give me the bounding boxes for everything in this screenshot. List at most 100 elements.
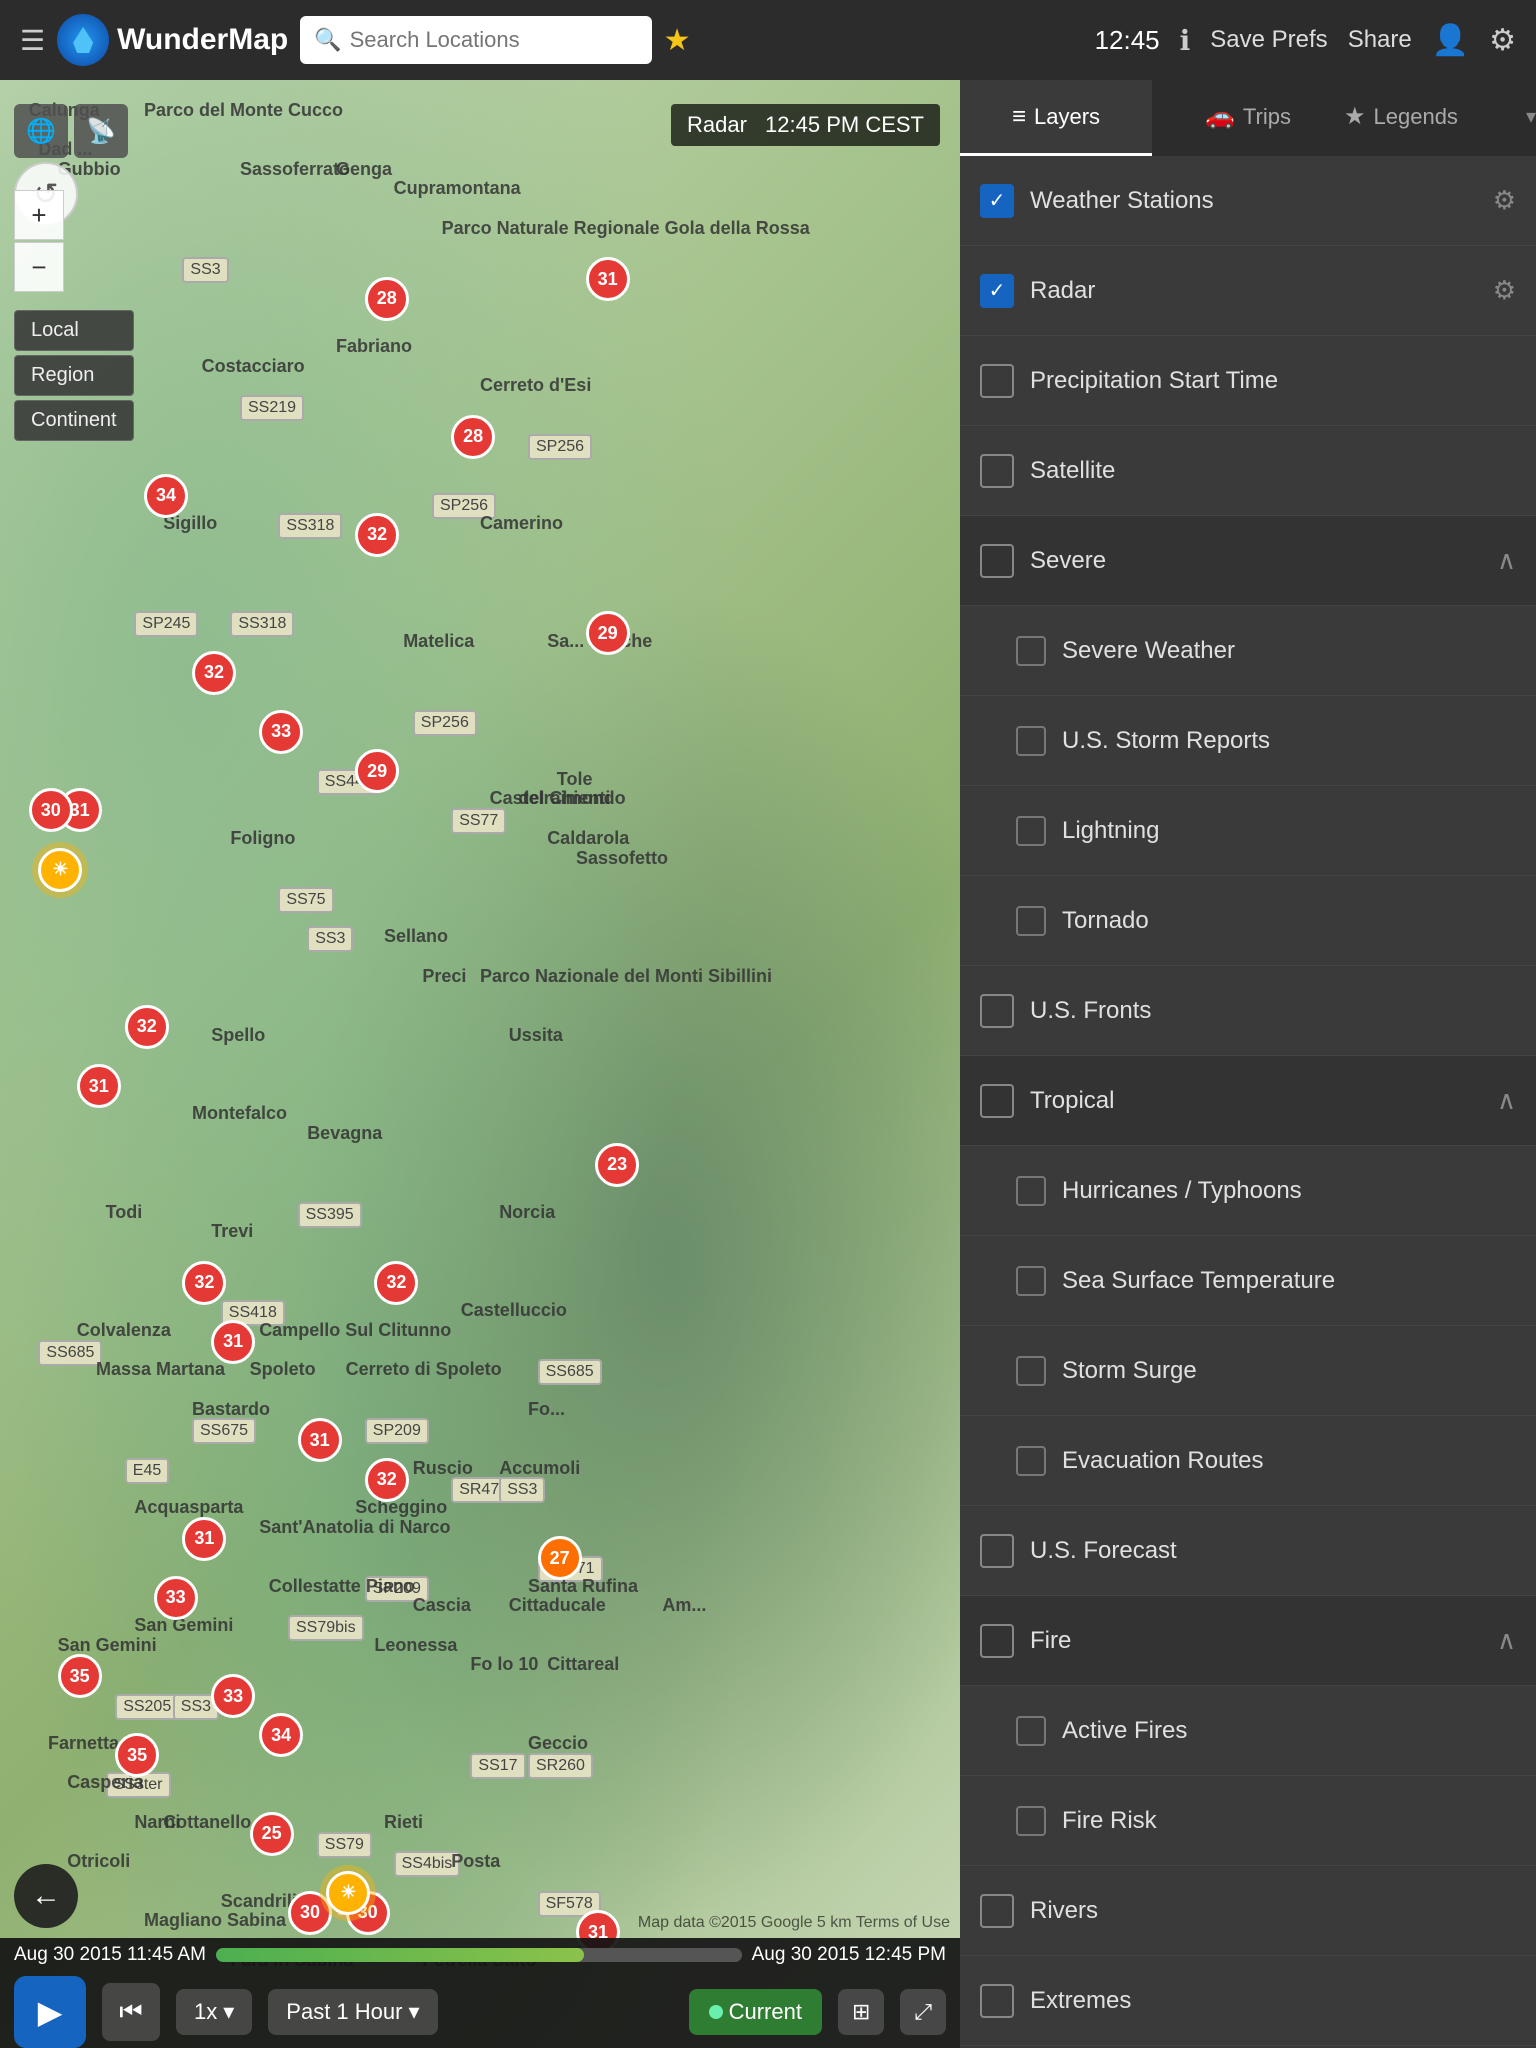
layer-active-fires[interactable]: Active Fires [960, 1686, 1536, 1776]
fire-chevron-icon[interactable]: ∧ [1497, 1625, 1516, 1656]
severe-chevron-icon[interactable]: ∧ [1497, 545, 1516, 576]
zoom-out-button[interactable]: − [14, 242, 64, 292]
map-station-s5[interactable]: 33 [259, 710, 303, 754]
map-station-s9[interactable]: 32 [125, 1005, 169, 1049]
layer-severe-weather[interactable]: Severe Weather [960, 606, 1536, 696]
us-storm-reports-checkbox[interactable] [1016, 726, 1046, 756]
layer-hurricanes[interactable]: Hurricanes / Typhoons [960, 1146, 1536, 1236]
map-station-s14[interactable]: 31 [298, 1418, 342, 1462]
map-station-s31[interactable]: ☀ [38, 848, 82, 892]
region-view-button[interactable]: Region [14, 355, 134, 396]
map-area[interactable]: Gubbio Fabriano Foligno Todi Colvalenza … [0, 80, 960, 2048]
search-input[interactable] [350, 27, 638, 53]
rivers-checkbox[interactable] [980, 1894, 1014, 1928]
layer-fire-risk[interactable]: Fire Risk [960, 1776, 1536, 1866]
layer-weather-stations[interactable]: Weather Stations ⚙ [960, 156, 1536, 246]
map-station-s32[interactable]: ☀ [326, 1871, 370, 1915]
fire-risk-checkbox[interactable] [1016, 1806, 1046, 1836]
speed-button[interactable]: 1x ▾ [176, 1989, 252, 2035]
layer-fire-section[interactable]: Fire ∧ [960, 1596, 1536, 1686]
map-station-s28[interactable]: 31 [586, 257, 630, 301]
layer-radar[interactable]: Radar ⚙ [960, 246, 1536, 336]
map-station-s7[interactable]: 32 [355, 513, 399, 557]
layer-lightning[interactable]: Lightning [960, 786, 1536, 876]
map-station-s24[interactable]: 31 [77, 1064, 121, 1108]
expand-button[interactable]: ⤢ [900, 1989, 946, 2035]
search-bar[interactable]: 🔍 [300, 16, 651, 64]
tab-layers[interactable]: ≡ Layers [960, 80, 1152, 156]
weather-stations-gear-icon[interactable]: ⚙ [1493, 185, 1516, 216]
satellite-checkbox[interactable] [980, 454, 1014, 488]
radio-button[interactable]: 📡 [74, 104, 128, 158]
local-view-button[interactable]: Local [14, 310, 134, 351]
tropical-checkbox[interactable] [980, 1084, 1014, 1118]
severe-weather-checkbox[interactable] [1016, 636, 1046, 666]
map-station-s23[interactable]: 23 [595, 1143, 639, 1187]
us-fronts-checkbox[interactable] [980, 994, 1014, 1028]
profile-icon[interactable]: 👤 [1432, 23, 1469, 58]
lightning-checkbox[interactable] [1016, 816, 1046, 846]
grid-button[interactable]: ⊞ [838, 1989, 884, 2035]
map-station-s8[interactable]: 28 [451, 415, 495, 459]
map-station-s13[interactable]: 31 [211, 1320, 255, 1364]
zoom-in-button[interactable]: + [14, 190, 64, 240]
current-button[interactable]: Current [689, 1989, 822, 2035]
menu-icon[interactable]: ☰ [20, 24, 45, 57]
layer-tornado[interactable]: Tornado [960, 876, 1536, 966]
info-button[interactable]: ℹ [1180, 24, 1191, 57]
tab-trips[interactable]: 🚗 Trips [1152, 80, 1344, 156]
tornado-checkbox[interactable] [1016, 906, 1046, 936]
continent-view-button[interactable]: Continent [14, 400, 134, 441]
layer-us-fronts[interactable]: U.S. Fronts [960, 966, 1536, 1056]
active-fires-checkbox[interactable] [1016, 1716, 1046, 1746]
us-forecast-checkbox[interactable] [980, 1534, 1014, 1568]
map-station-s16[interactable]: 33 [211, 1674, 255, 1718]
layer-us-storm-reports[interactable]: U.S. Storm Reports [960, 696, 1536, 786]
map-station-s17[interactable]: 34 [259, 1713, 303, 1757]
map-station-s15[interactable]: 31 [182, 1517, 226, 1561]
storm-surge-checkbox[interactable] [1016, 1356, 1046, 1386]
map-station-s26[interactable]: 30 [288, 1891, 332, 1935]
map-station-s6[interactable]: 32 [192, 651, 236, 695]
map-station-s3[interactable]: 34 [144, 474, 188, 518]
map-station-s25[interactable]: 25 [250, 1812, 294, 1856]
map-station-s11[interactable]: 32 [182, 1261, 226, 1305]
map-station-s4[interactable]: 29 [355, 749, 399, 793]
layer-evacuation-routes[interactable]: Evacuation Routes [960, 1416, 1536, 1506]
map-station-s21[interactable]: 32 [365, 1458, 409, 1502]
radar-checkbox[interactable] [980, 274, 1014, 308]
precipitation-start-checkbox[interactable] [980, 364, 1014, 398]
layer-storm-surge[interactable]: Storm Surge [960, 1326, 1536, 1416]
layer-satellite[interactable]: Satellite [960, 426, 1536, 516]
layer-us-forecast[interactable]: U.S. Forecast [960, 1506, 1536, 1596]
tab-legends[interactable]: ★ Legends ▾ [1344, 80, 1536, 156]
severe-checkbox[interactable] [980, 544, 1014, 578]
map-station-s12[interactable]: 32 [374, 1261, 418, 1305]
star-icon[interactable]: ★ [664, 23, 691, 58]
sea-surface-temp-checkbox[interactable] [1016, 1266, 1046, 1296]
map-station-s30[interactable]: 27 [538, 1536, 582, 1580]
map-station-s20[interactable]: 30 [29, 788, 73, 832]
extremes-checkbox[interactable] [980, 1984, 1014, 2018]
layer-precipitation-start[interactable]: Precipitation Start Time [960, 336, 1536, 426]
layer-rivers[interactable]: Rivers [960, 1866, 1536, 1956]
evacuation-routes-checkbox[interactable] [1016, 1446, 1046, 1476]
hurricanes-checkbox[interactable] [1016, 1176, 1046, 1206]
save-prefs-button[interactable]: Save Prefs [1210, 26, 1327, 54]
weather-stations-checkbox[interactable] [980, 184, 1014, 218]
layer-severe-section[interactable]: Severe ∧ [960, 516, 1536, 606]
share-button[interactable]: Share [1348, 26, 1412, 54]
settings-icon[interactable]: ⚙ [1489, 23, 1516, 58]
radar-gear-icon[interactable]: ⚙ [1493, 275, 1516, 306]
fire-checkbox[interactable] [980, 1624, 1014, 1658]
play-button[interactable]: ▶ [14, 1976, 86, 2048]
timeline-bar[interactable] [216, 1948, 742, 1962]
map-station-s22[interactable]: 33 [154, 1576, 198, 1620]
map-station-s2[interactable]: 29 [586, 611, 630, 655]
map-station-s19[interactable]: 35 [115, 1733, 159, 1777]
back-button[interactable]: ← [14, 1864, 78, 1928]
layer-tropical-section[interactable]: Tropical ∧ [960, 1056, 1536, 1146]
layer-sea-surface-temp[interactable]: Sea Surface Temperature [960, 1236, 1536, 1326]
map-station-s10[interactable]: 28 [365, 277, 409, 321]
range-button[interactable]: Past 1 Hour ▾ [268, 1989, 437, 2035]
